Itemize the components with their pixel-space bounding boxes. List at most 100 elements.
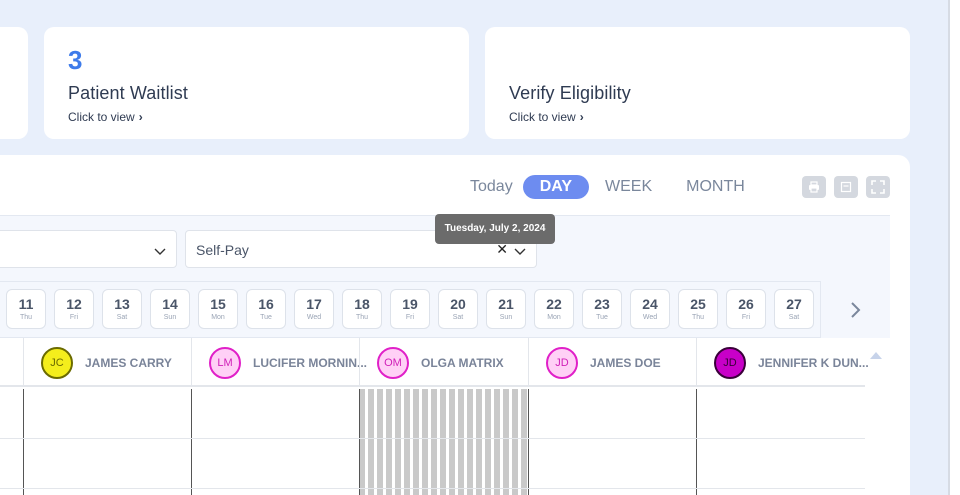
column-divider [23, 338, 24, 387]
chevron-right-icon: › [579, 110, 584, 124]
date-chip[interactable]: 17 Wed [294, 289, 334, 329]
verify-view-link[interactable]: Click to view › [509, 110, 584, 124]
date-weekday: Sat [452, 314, 464, 321]
patient-waitlist-card[interactable]: 3 Patient Waitlist Click to view › [44, 27, 469, 139]
date-chip[interactable]: 21 Sun [486, 289, 526, 329]
date-weekday: Mon [547, 314, 561, 321]
chevron-right-icon [850, 301, 860, 318]
waitlist-view-label: Click to view [68, 110, 135, 124]
date-number: 12 [66, 296, 82, 312]
date-number: 24 [642, 296, 658, 312]
date-weekday: Sat [788, 314, 800, 321]
date-weekday: Thu [691, 314, 705, 321]
provider-select[interactable] [0, 230, 177, 268]
date-number: 25 [690, 296, 706, 312]
date-chip[interactable]: 27 Sat [774, 289, 814, 329]
date-chip[interactable]: 24 Wed [630, 289, 670, 329]
day-view-button[interactable]: DAY [522, 175, 590, 199]
date-tooltip: Tuesday, July 2, 2024 [435, 214, 555, 244]
provider-name: JENNIFER K DUN... [758, 355, 869, 370]
summary-card-partial[interactable] [0, 27, 28, 139]
date-number: 19 [402, 296, 418, 312]
date-number: 14 [162, 296, 178, 312]
verify-title: Verify Eligibility [509, 83, 631, 103]
date-number: 21 [498, 296, 514, 312]
date-chip[interactable]: 15 Mon [198, 289, 238, 329]
chevron-down-icon [514, 243, 526, 259]
waitlist-title: Patient Waitlist [68, 83, 188, 103]
grid-row-line [0, 438, 865, 439]
date-chip[interactable]: 16 Tue [246, 289, 286, 329]
date-chip[interactable]: 22 Mon [534, 289, 574, 329]
date-weekday: Mon [211, 314, 225, 321]
provider-header[interactable]: LM LUCIFER MORNIN... [209, 338, 367, 387]
column-divider [528, 338, 529, 387]
grid-row-line [0, 488, 865, 489]
date-number: 22 [546, 296, 562, 312]
column-divider [696, 338, 697, 387]
date-number: 11 [18, 296, 34, 312]
scroll-up-icon[interactable] [870, 346, 882, 364]
date-weekday: Wed [642, 314, 658, 321]
insurance-value: Self-Pay [196, 242, 249, 258]
grid-column-line [191, 389, 192, 495]
next-dates-button[interactable] [820, 281, 890, 338]
verify-eligibility-card[interactable]: Verify Eligibility Click to view › [485, 27, 910, 139]
date-chip[interactable]: 20 Sat [438, 289, 478, 329]
fullscreen-icon[interactable] [866, 176, 890, 198]
date-number: 13 [114, 296, 130, 312]
column-divider [359, 338, 360, 387]
provider-name: LUCIFER MORNIN... [253, 355, 367, 370]
waitlist-view-link[interactable]: Click to view › [68, 110, 143, 124]
verify-view-label: Click to view [509, 110, 576, 124]
week-view-button[interactable]: WEEK [595, 175, 662, 199]
blocked-time-slot [359, 389, 529, 495]
today-button[interactable]: Today [460, 175, 523, 199]
date-chip[interactable]: 18 Thu [342, 289, 382, 329]
provider-header[interactable]: JD JAMES DOE [546, 338, 661, 387]
provider-header[interactable]: JC JAMES CARRY [41, 338, 172, 387]
grid-column-line [359, 389, 360, 495]
provider-header[interactable]: JD JENNIFER K DUN... [714, 338, 869, 387]
date-weekday: Fri [69, 314, 79, 321]
save-icon[interactable] [834, 176, 858, 198]
date-chip[interactable]: 26 Fri [726, 289, 766, 329]
date-weekday: Sat [116, 314, 128, 321]
avatar: JC [41, 346, 73, 379]
date-chip[interactable]: 25 Thu [678, 289, 718, 329]
date-weekday: Thu [355, 314, 369, 321]
date-weekday: Sun [163, 314, 177, 321]
date-weekday: Thu [19, 314, 33, 321]
date-chip[interactable]: 13 Sat [102, 289, 142, 329]
date-number: 20 [450, 296, 466, 312]
avatar: JD [714, 346, 746, 379]
date-chip[interactable]: 23 Tue [582, 289, 622, 329]
avatar: LM [209, 346, 241, 379]
date-chip[interactable]: 14 Sun [150, 289, 190, 329]
date-chip[interactable]: 19 Fri [390, 289, 430, 329]
window-edge [948, 0, 960, 495]
waitlist-count: 3 [68, 45, 83, 75]
date-number: 18 [354, 296, 370, 312]
avatar: JD [546, 346, 578, 379]
provider-header[interactable]: OM OLGA MATRIX [377, 338, 504, 387]
chevron-down-icon [154, 243, 166, 259]
date-weekday: Tue [596, 314, 608, 321]
date-number: 26 [738, 296, 754, 312]
date-weekday: Wed [306, 314, 322, 321]
date-chip[interactable]: 11 Thu [6, 289, 46, 329]
grid-column-line [696, 389, 697, 495]
date-weekday: Tue [260, 314, 272, 321]
date-weekday: Fri [741, 314, 751, 321]
provider-name: JAMES DOE [590, 355, 661, 370]
print-icon[interactable] [802, 176, 826, 198]
view-toggle: Today DAY WEEK MONTH [460, 175, 755, 199]
column-divider [191, 338, 192, 387]
date-number: 16 [258, 296, 274, 312]
date-number: 15 [210, 296, 226, 312]
date-chip[interactable]: 12 Fri [54, 289, 94, 329]
date-weekday: Sun [499, 314, 513, 321]
date-number: 17 [306, 296, 322, 312]
month-view-button[interactable]: MONTH [676, 175, 755, 199]
grid-column-line [528, 389, 529, 495]
